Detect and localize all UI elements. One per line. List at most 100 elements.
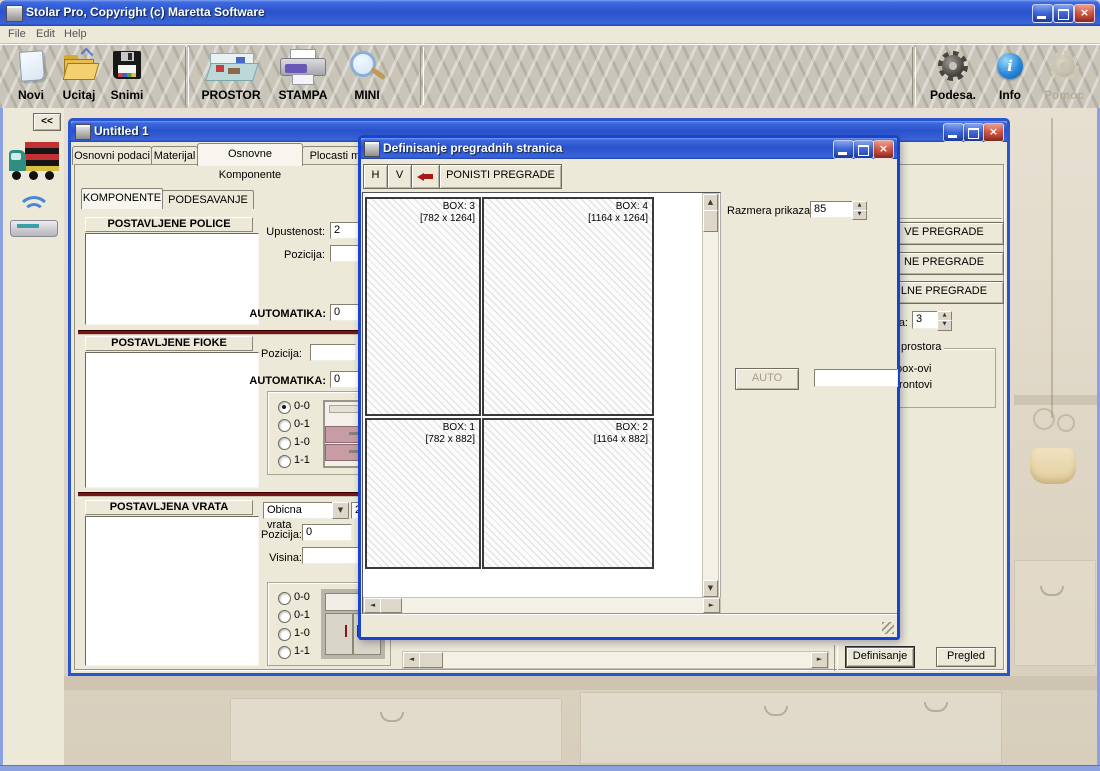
toolbar-button-pomoc[interactable]: Pomoc [1036,49,1092,105]
tab-podesavanje[interactable]: PODESAVANJE [162,190,254,209]
spinner-down-button[interactable]: ▼ [852,210,867,220]
scroll-thumb[interactable] [419,652,443,668]
scroll-left-button[interactable]: ◄ [403,652,420,668]
resize-grip[interactable] [882,622,894,634]
vrata-type-dropdown[interactable]: Obicna vrata [263,502,333,519]
dialog-titlebar: Definisanje pregradnih stranica × [361,138,897,159]
partition-box-1[interactable]: BOX: 1[782 x 882] [365,418,481,569]
vrata-radio-0-0[interactable] [278,592,291,605]
fioke-radio-0-1[interactable] [278,419,291,432]
tab-materijal[interactable]: Materijal [151,146,198,165]
document-minimize-button[interactable] [943,123,964,142]
fioke-radio-1-0[interactable] [278,437,291,450]
main-close-button[interactable]: × [1074,4,1095,23]
scanner-icon[interactable] [9,196,59,242]
sidebar: << [3,108,65,765]
auto-value-field[interactable] [814,369,898,387]
main-minimize-button[interactable] [1032,4,1053,23]
toolbar-button-stampa[interactable]: STAMPA [272,49,334,105]
toolbar-button-mini[interactable]: MINI [338,49,396,105]
dialog-icon [364,141,380,157]
menu-help[interactable]: Help [64,26,87,43]
sidebar-collapse-button[interactable]: << [33,113,61,131]
button-pregrade-2[interactable]: NE PREGRADE [884,252,1004,275]
vertical-split-button[interactable]: V [387,164,412,189]
fioke-radio-0-0[interactable] [278,401,291,414]
dialog-close-button[interactable]: × [873,140,894,159]
menu-edit[interactable]: Edit [36,26,55,43]
section-divider [78,330,360,335]
scroll-up-button[interactable]: ▲ [703,194,718,211]
horizontal-split-button[interactable]: H [363,164,388,189]
vrata-radio-0-1[interactable] [278,610,291,623]
toolbar-button-podesa[interactable]: Podesa. [922,49,984,105]
toolbar-button-snimi[interactable]: Snimi [104,49,150,105]
document-maximize-button[interactable] [963,123,984,142]
scroll-right-button[interactable]: ► [811,652,828,668]
partition-box-3[interactable]: BOX: 3[782 x 1264] [365,197,481,416]
prostora-group-item[interactable]: box-ovi [896,361,931,378]
partition-box-4[interactable]: BOX: 4[1164 x 1264] [482,197,654,416]
fioke-radio-1-1[interactable] [278,455,291,468]
undo-split-button[interactable] [411,164,440,189]
toolbar-label: MINI [338,87,396,104]
vrata-pozicija-field[interactable]: 0 [302,524,352,541]
new-document-icon [19,50,45,82]
canvas-vscrollbar[interactable]: ▲ ▼ [702,193,719,597]
button-pregrade-1[interactable]: VE PREGRADE [884,222,1004,245]
dialog-maximize-button[interactable] [853,140,874,159]
vrata-radio-1-1[interactable] [278,646,291,659]
vrata-listbox[interactable] [85,516,259,666]
pregled-button[interactable]: Pregled [936,647,996,667]
fioke-pozicija-field[interactable] [310,344,356,361]
arrow-right-icon: ► [709,601,714,609]
minimize-icon [948,135,957,138]
scroll-thumb[interactable] [703,210,718,232]
kitchen-countertop [64,676,1097,690]
toolbar-button-info[interactable]: i Info [988,49,1032,105]
ponisti-pregrade-button[interactable]: PONISTI PREGRADE [439,164,562,189]
scroll-right-button[interactable]: ► [703,598,720,613]
button-pregrade-3[interactable]: LNE PREGRADE [884,281,1004,304]
tab-osnovne-komponente[interactable]: Osnovne Komponente [197,143,303,166]
prostora-group-item[interactable]: frontovi [896,377,932,394]
toolbar-button-ucitaj[interactable]: Ucitaj [56,49,102,105]
dialog-status-divider [361,613,897,614]
section-divider [78,492,360,497]
document-hscrollbar[interactable]: ◄ ► [402,651,829,669]
vrata-radio-1-0[interactable] [278,628,291,641]
scroll-down-button[interactable]: ▼ [703,580,718,597]
document-close-button[interactable]: × [983,123,1004,142]
box-name: BOX: 1 [443,422,475,433]
right-panel-divider [896,218,1002,219]
menu-file[interactable]: File [8,26,26,43]
visina-field[interactable] [302,547,360,564]
document-icon [75,124,91,140]
truck-icon[interactable] [7,136,61,188]
razmera-field[interactable]: 85 [810,201,858,218]
toolbar-label: Snimi [104,87,150,104]
toolbar-separator [420,47,424,105]
back-arrow-icon [417,173,424,181]
toolbar: Novi Ucitaj Snimi [0,44,1100,110]
scroll-left-button[interactable]: ◄ [364,598,381,613]
kitchen-cabinet [1014,560,1096,666]
canvas-hscrollbar[interactable]: ◄ ► [363,597,721,614]
toolbar-button-prostor[interactable]: PROSTOR [196,49,266,105]
scroll-thumb[interactable] [380,598,402,613]
dropdown-button[interactable]: ▼ [332,502,349,519]
auto-button[interactable]: AUTO [735,368,799,390]
tab-komponente[interactable]: KOMPONENTE [81,188,163,209]
dialog-minimize-button[interactable] [833,140,854,159]
main-maximize-button[interactable] [1053,4,1074,23]
box-name: BOX: 4 [616,201,648,212]
partition-box-2[interactable]: BOX: 2[1164 x 882] [482,418,654,569]
definisanje-button[interactable]: Definisanje [846,647,914,667]
toolbar-button-novi[interactable]: Novi [8,49,54,105]
arrow-left-icon: ◄ [370,601,375,609]
maximize-icon [858,145,869,156]
toolbar-label: Info [988,87,1032,104]
spinner-down-button[interactable]: ▼ [937,320,952,331]
tab-osnovni-podaci[interactable]: Osnovni podaci [72,146,152,165]
prostora-group-title: prostora [898,339,944,356]
